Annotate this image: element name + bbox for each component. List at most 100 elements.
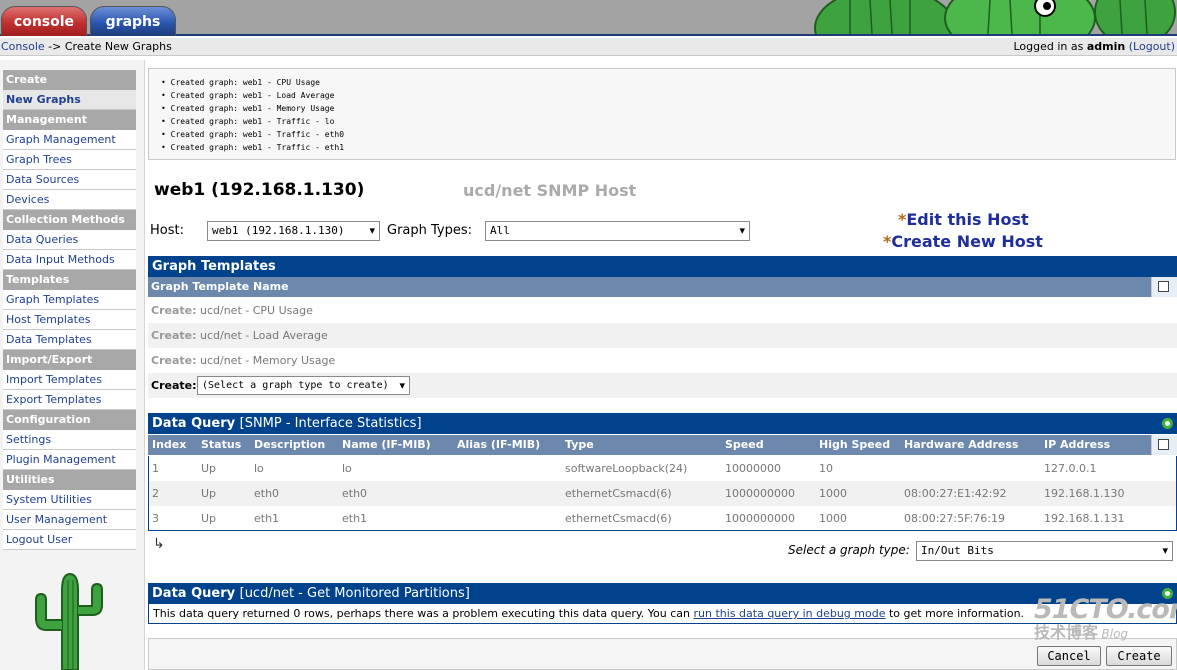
reload-query1-icon[interactable] <box>1162 418 1173 429</box>
create-label: Create: <box>151 379 197 392</box>
query1-cell: 192.168.1.131 <box>1044 512 1125 525</box>
query1-cell: 10000000 <box>725 462 781 475</box>
graph-template-prefix: Create: <box>151 329 197 342</box>
message-box: Created graph: web1 - CPU UsageCreated g… <box>148 68 1176 160</box>
query1-columns: Index Status Description Name (IF-MIB) Alias… <box>148 435 1177 455</box>
query1-cell: 08:00:27:5F:76:19 <box>904 512 1005 525</box>
graph-template-cell: Create: ucd/net - Load Average <box>151 323 328 348</box>
watermark: 51CTO.com 技术博客 Blog <box>1034 594 1177 654</box>
query1-cell: 08:00:27:E1:42:92 <box>904 487 1007 500</box>
sidebar-item-graph-trees[interactable]: Graph Trees <box>3 150 136 170</box>
query1-cell: ethernetCsmacd(6) <box>565 512 672 525</box>
query1-row[interactable]: 3 Up eth1 eth1 ethernetCsmacd(6) 1000000000 10… <box>148 506 1177 531</box>
select-graph-type-label: Select a graph type: <box>788 543 910 557</box>
breadcrumb-separator: -> <box>44 40 65 53</box>
graph-template-prefix: Create: <box>151 304 197 317</box>
query1-cell: 1000 <box>819 487 847 500</box>
sidebar-item-data-queries[interactable]: Data Queries <box>3 230 136 250</box>
query2-header: Data Query [ucd/net - Get Monitored Part… <box>148 583 1177 604</box>
query1-column-header: Hardware Address <box>904 438 1019 451</box>
graph-template-row[interactable]: Create: ucd/net - CPU Usage <box>148 298 1177 323</box>
sidebar: Create New Graphs Management Graph Manageme… <box>0 60 145 670</box>
query1-column-header: Index <box>152 438 187 451</box>
graph-type-create-select[interactable]: (Select a graph type to create) <box>197 376 410 395</box>
message-list: Created graph: web1 - CPU UsageCreated g… <box>161 76 344 154</box>
sidebar-item-new-graphs[interactable]: New Graphs <box>3 90 136 110</box>
graph-template-name: ucd/net - CPU Usage <box>200 304 313 317</box>
sidebar-header-utilities: Utilities <box>3 470 136 490</box>
query1-cell: Up <box>201 487 217 500</box>
sidebar-header-management: Management <box>3 110 136 130</box>
query1-cell: lo <box>254 462 264 475</box>
query1-select-all-checkbox[interactable] <box>1158 439 1169 450</box>
debug-mode-link[interactable]: run this data query in debug mode <box>694 607 886 620</box>
query1-cell: 2 <box>152 487 159 500</box>
graph-template-row[interactable]: Create: ucd/net - Load Average <box>148 323 1177 348</box>
query2-message-text: This data query returned 0 rows, perhaps… <box>153 607 694 620</box>
message-item: Created graph: web1 - Traffic - eth0 <box>161 128 344 141</box>
query1-cell: Up <box>201 462 217 475</box>
host-label: Host: <box>150 223 184 238</box>
graph-template-name: ucd/net - Memory Usage <box>200 354 336 367</box>
create-host-link[interactable]: *Create New Host <box>883 232 1043 251</box>
sidebar-item-plugin-management[interactable]: Plugin Management <box>3 450 136 470</box>
graph-template-row[interactable]: Create: ucd/net - Memory Usage <box>148 348 1177 373</box>
graph-templates-columns: Graph Template Name <box>148 277 1177 297</box>
tab-console[interactable]: console <box>1 6 87 36</box>
graph-templates-header: Graph Templates <box>148 256 1177 277</box>
top-bar: console graphs <box>0 0 1177 36</box>
query1-cell: eth0 <box>254 487 280 500</box>
watermark-blog: Blog <box>1101 627 1129 641</box>
graph-template-name: ucd/net - Load Average <box>200 329 328 342</box>
sidebar-item-system-utilities[interactable]: System Utilities <box>3 490 136 510</box>
sidebar-item-data-templates[interactable]: Data Templates <box>3 330 136 350</box>
sidebar-item-data-sources[interactable]: Data Sources <box>3 170 136 190</box>
edit-host-link[interactable]: *Edit this Host <box>898 210 1029 229</box>
query1-cell: 127.0.0.1 <box>1044 462 1097 475</box>
sidebar-item-graph-templates[interactable]: Graph Templates <box>3 290 136 310</box>
query1-column-header: Speed <box>725 438 764 451</box>
query1-subtitle: [SNMP - Interface Statistics] <box>239 416 422 431</box>
sidebar-item-export-templates[interactable]: Export Templates <box>3 390 136 410</box>
sidebar-item-graph-management[interactable]: Graph Management <box>3 130 136 150</box>
query1-cell: eth1 <box>254 512 280 525</box>
query2-message-end: to get more information. <box>885 607 1025 620</box>
sidebar-item-settings[interactable]: Settings <box>3 430 136 450</box>
query1-row[interactable]: 2 Up eth0 eth0 ethernetCsmacd(6) 1000000000 10… <box>148 481 1177 506</box>
graph-template-prefix: Create: <box>151 354 197 367</box>
query1-cell: ethernetCsmacd(6) <box>565 487 672 500</box>
sidebar-item-data-input-methods[interactable]: Data Input Methods <box>3 250 136 270</box>
sidebar-item-logout-user[interactable]: Logout User <box>3 530 136 550</box>
action-bar <box>148 638 1177 670</box>
sidebar-item-devices[interactable]: Devices <box>3 190 136 210</box>
query1-graph-type-select[interactable]: In/Out Bits <box>916 541 1173 561</box>
sidebar-item-user-management[interactable]: User Management <box>3 510 136 530</box>
sidebar-header-configuration: Configuration <box>3 410 136 430</box>
breadcrumb-console-link[interactable]: Console <box>1 40 45 53</box>
graph-template-name-column: Graph Template Name <box>151 280 289 293</box>
query1-column-header: Name (IF-MIB) <box>342 438 431 451</box>
select-all-checkbox[interactable] <box>1158 281 1169 292</box>
query1-cell: eth1 <box>342 512 368 525</box>
query1-cell: 1000 <box>819 512 847 525</box>
host-select[interactable]: web1 (192.168.1.130) <box>207 221 380 241</box>
query2-title: Data Query <box>152 586 236 601</box>
graph-types-label: Graph Types: <box>387 223 473 238</box>
host-title: web1 (192.168.1.130) <box>154 180 365 200</box>
query1-cell: 1000000000 <box>725 487 795 500</box>
query1-cell: 1 <box>152 462 159 475</box>
logout-link[interactable]: (Logout) <box>1129 40 1175 53</box>
sidebar-item-host-templates[interactable]: Host Templates <box>3 310 136 330</box>
host-type: ucd/net SNMP Host <box>463 181 637 200</box>
query1-cell: Up <box>201 512 217 525</box>
message-item: Created graph: web1 - Load Average <box>161 89 344 102</box>
login-status: Logged in as admin (Logout) <box>1014 38 1176 55</box>
sidebar-item-import-templates[interactable]: Import Templates <box>3 370 136 390</box>
create-graph-row: Create: (Select a graph type to create) <box>148 373 1177 398</box>
login-user: admin <box>1086 40 1126 53</box>
query1-row[interactable]: 1 Up lo lo softwareLoopback(24) 10000000 10 127… <box>148 456 1177 481</box>
tab-graphs[interactable]: graphs <box>90 6 176 36</box>
main-content: Created graph: web1 - CPU UsageCreated g… <box>148 60 1177 670</box>
graph-types-select[interactable]: All <box>485 221 750 241</box>
sidebar-header-collection-methods: Collection Methods <box>3 210 136 230</box>
